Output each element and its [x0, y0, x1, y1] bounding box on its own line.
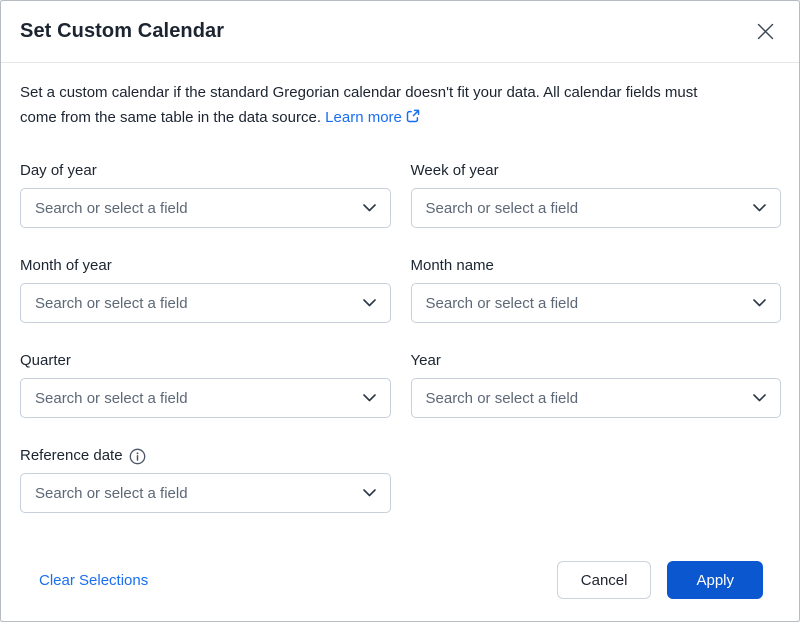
chevron-down-icon — [363, 199, 376, 217]
set-custom-calendar-dialog: Set Custom Calendar Set a custom calenda… — [0, 0, 800, 622]
dialog-body: Set a custom calendar if the standard Gr… — [1, 63, 799, 599]
month-of-year-combobox[interactable] — [20, 283, 391, 323]
quarter-input[interactable] — [35, 390, 353, 407]
quarter-label: Quarter — [20, 352, 391, 370]
day-of-year-input[interactable] — [35, 200, 353, 217]
field-group-quarter: Quarter — [20, 352, 391, 418]
field-group-month-name: Month name — [411, 257, 782, 323]
close-button[interactable] — [751, 18, 779, 46]
clear-selections-link[interactable]: Clear Selections — [39, 572, 148, 589]
year-label: Year — [411, 352, 782, 370]
info-icon[interactable] — [129, 448, 146, 465]
field-group-year: Year — [411, 352, 782, 418]
field-group-week-of-year: Week of year — [411, 162, 782, 228]
year-combobox[interactable] — [411, 378, 782, 418]
footer-buttons: Cancel Apply — [557, 561, 763, 599]
month-name-combobox[interactable] — [411, 283, 782, 323]
chevron-down-icon — [753, 199, 766, 217]
calendar-fields-grid: Day of year Week of year Month of year — [20, 162, 781, 513]
month-of-year-input[interactable] — [35, 295, 353, 312]
reference-date-label: Reference date — [20, 447, 391, 465]
month-of-year-label: Month of year — [20, 257, 391, 275]
dialog-title: Set Custom Calendar — [20, 20, 224, 43]
month-name-label: Month name — [411, 257, 782, 275]
learn-more-label: Learn more — [325, 109, 402, 126]
quarter-combobox[interactable] — [20, 378, 391, 418]
dialog-footer: Clear Selections Cancel Apply — [20, 561, 781, 599]
learn-more-link[interactable]: Learn more — [325, 109, 420, 126]
week-of-year-input[interactable] — [426, 200, 744, 217]
day-of-year-combobox[interactable] — [20, 188, 391, 228]
description-line1: Set a custom calendar if the standard Gr… — [20, 84, 697, 101]
year-input[interactable] — [426, 390, 744, 407]
apply-button[interactable]: Apply — [667, 561, 763, 599]
reference-date-combobox[interactable] — [20, 473, 391, 513]
dialog-header: Set Custom Calendar — [1, 1, 799, 63]
field-group-month-of-year: Month of year — [20, 257, 391, 323]
field-group-reference-date: Reference date — [20, 447, 391, 513]
field-group-day-of-year: Day of year — [20, 162, 391, 228]
description-line2: come from the same table in the data sou… — [20, 109, 321, 126]
chevron-down-icon — [753, 389, 766, 407]
chevron-down-icon — [363, 294, 376, 312]
month-name-input[interactable] — [426, 295, 744, 312]
day-of-year-label: Day of year — [20, 162, 391, 180]
dialog-description: Set a custom calendar if the standard Gr… — [20, 80, 781, 131]
chevron-down-icon — [363, 484, 376, 502]
close-icon — [756, 22, 775, 41]
reference-date-label-text: Reference date — [20, 447, 123, 465]
week-of-year-combobox[interactable] — [411, 188, 782, 228]
reference-date-input[interactable] — [35, 485, 353, 502]
week-of-year-label: Week of year — [411, 162, 782, 180]
cancel-button[interactable]: Cancel — [557, 561, 652, 599]
external-link-icon — [406, 110, 420, 127]
chevron-down-icon — [753, 294, 766, 312]
chevron-down-icon — [363, 389, 376, 407]
